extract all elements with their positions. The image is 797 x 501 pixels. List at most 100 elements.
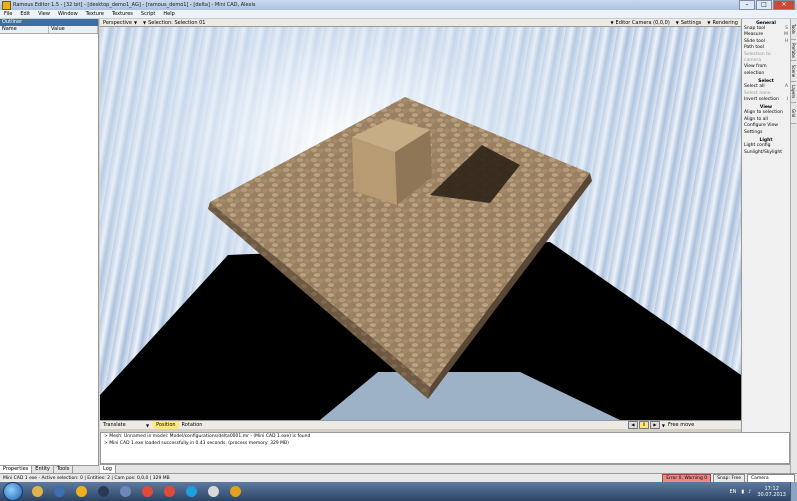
start-button[interactable]: [3, 482, 23, 501]
mode-dropdown[interactable]: Translate: [100, 421, 146, 429]
system-tray: EN ▮ ♪ 17:12 30.07.2013: [726, 482, 797, 501]
close-button[interactable]: ✕: [773, 0, 795, 10]
app-icon: [2, 0, 11, 10]
selection-dropdown[interactable]: ▼ Selection: Selection 01: [140, 20, 306, 26]
tab-log[interactable]: Log: [100, 465, 116, 473]
item-label: Configure View Settings: [744, 123, 778, 135]
chrome-icon: [141, 486, 153, 497]
menu-help[interactable]: Help: [159, 11, 178, 17]
view-from-selection-item[interactable]: View from selection: [742, 64, 790, 77]
item-label: Sunlight/Skylight: [744, 149, 782, 155]
side-tab-scene[interactable]: Scene: [791, 61, 796, 82]
item-shortcut: I: [786, 97, 788, 103]
menu-window[interactable]: Window: [54, 11, 82, 17]
menu-script[interactable]: Script: [137, 11, 160, 17]
view-mode-dropdown[interactable]: Perspective ▼: [100, 20, 140, 26]
item-label: Selection to camera: [744, 51, 771, 64]
clock[interactable]: 17:12 30.07.2013: [753, 486, 790, 498]
chevron-down-icon: ▼: [143, 20, 147, 25]
taskbar-app-steam[interactable]: [93, 484, 113, 500]
scene-render: [100, 97, 741, 420]
left-panel-tabs: Properties Entity Tools: [0, 465, 99, 473]
menu-texture[interactable]: Texture: [82, 11, 108, 17]
view-mode-label: Perspective: [103, 19, 132, 26]
next-frame-button[interactable]: ▶: [649, 421, 660, 429]
taskbar-app-media[interactable]: [49, 484, 69, 500]
window-controls: – □ ✕: [739, 0, 795, 10]
skype-icon: [185, 486, 197, 497]
taskbar-app-gear[interactable]: [225, 484, 245, 500]
camera-label: Editor Camera (0,0,0): [615, 19, 670, 26]
rendering-label: Rendering: [712, 19, 738, 26]
console-output[interactable]: > Mesh: Unnamed in model: Model/configur…: [100, 432, 790, 464]
show-desktop-button[interactable]: [790, 482, 797, 501]
section-general-title: General: [756, 21, 776, 26]
column-value[interactable]: Value: [49, 26, 98, 33]
window-title: Ramous Editor 1.5 - [32 bit] - [desktop_…: [13, 2, 256, 8]
console-line: > Mesh: Unnamed in model: Model/configur…: [104, 434, 311, 439]
selection-to-camera-item: Selection to camera: [742, 52, 790, 65]
status-bar: Mini CAD 1 exe - Active selection: 0 | E…: [0, 473, 797, 483]
side-tabs: Tools Prefabs Scene Layers Grid: [790, 19, 797, 473]
tools-panel: General Snap tool S Measure M Slide tool H …: [741, 19, 790, 473]
network-icon[interactable]: ▮: [739, 489, 746, 495]
configure-view-item[interactable]: Configure View Settings: [742, 123, 790, 136]
taskbar-apps: [26, 484, 246, 500]
minimize-button[interactable]: –: [739, 0, 755, 10]
steam-icon: [97, 486, 109, 497]
side-tab-prefabs[interactable]: Prefabs: [791, 40, 796, 61]
maximize-button[interactable]: □: [756, 0, 772, 10]
side-tab-grid[interactable]: Grid: [791, 103, 796, 124]
tab-tools[interactable]: Tools: [54, 466, 74, 473]
3d-viewport[interactable]: [100, 27, 741, 420]
snap-position-button[interactable]: Position: [153, 421, 179, 429]
language-indicator[interactable]: EN: [726, 489, 739, 495]
taskbar-app-vm[interactable]: [115, 484, 135, 500]
taskbar-app-skype[interactable]: [181, 484, 201, 500]
taskbar-app-explorer[interactable]: [27, 484, 47, 500]
snap-rotation-button[interactable]: Rotation: [179, 421, 206, 429]
foobar-icon: [207, 486, 219, 497]
viewport-bottom-bar: Translate ▼ Position Rotation ◀ 0 ▶ ▼ Fr…: [100, 420, 741, 429]
column-name[interactable]: Name: [0, 26, 49, 33]
menu-file[interactable]: File: [0, 11, 16, 17]
menu-textures[interactable]: Textures: [108, 11, 137, 17]
rendering-dropdown[interactable]: ▼ Rendering: [704, 20, 741, 26]
menu-edit[interactable]: Edit: [16, 11, 34, 17]
camera-dropdown[interactable]: ▼ Editor Camera (0,0,0): [607, 20, 672, 26]
chevron-down-icon: ▼: [610, 20, 614, 25]
chrome2-icon: [163, 486, 175, 497]
chevron-down-icon: ▼: [146, 422, 150, 428]
taskbar-app-chrome2[interactable]: [159, 484, 179, 500]
gear-icon: [229, 486, 241, 497]
outliner-panel: Outliner Name Value: [0, 19, 99, 473]
media-icon: [53, 486, 65, 497]
archlinux-icon: [75, 486, 87, 497]
side-tab-tools[interactable]: Tools: [791, 19, 796, 40]
move-mode-dropdown[interactable]: Free move: [665, 421, 741, 429]
console-line: > Mini CAD 1.exe loaded successfully in …: [104, 441, 289, 446]
status-text: Mini CAD 1 exe - Active selection: 0 | E…: [3, 475, 170, 481]
volume-icon[interactable]: ♪: [746, 489, 753, 495]
sunlight-skylight-item[interactable]: Sunlight/Skylight: [742, 150, 790, 156]
taskbar: EN ▮ ♪ 17:12 30.07.2013: [0, 482, 797, 501]
item-shortcut: A: [784, 84, 788, 90]
taskbar-app-chrome[interactable]: [137, 484, 157, 500]
chevron-down-icon: ▼: [707, 20, 711, 25]
menu-view[interactable]: View: [34, 11, 54, 17]
clock-date: 30.07.2013: [757, 491, 786, 498]
frame-field[interactable]: 0: [638, 421, 649, 429]
settings-label: Settings: [680, 19, 702, 26]
taskbar-app-archlinux[interactable]: [71, 484, 91, 500]
selection-label: Selection: Selection 01: [148, 19, 206, 26]
settings-dropdown[interactable]: ▼ Settings: [673, 20, 705, 26]
explorer-icon: [31, 486, 43, 497]
side-tab-layers[interactable]: Layers: [791, 82, 796, 103]
outliner-header: Name Value: [0, 26, 98, 34]
taskbar-app-foobar[interactable]: [203, 484, 223, 500]
tab-properties[interactable]: Properties: [0, 466, 33, 473]
outliner-caption: Outliner: [0, 19, 98, 26]
viewport-toolbar: Perspective ▼ ▼ Selection: Selection 01 …: [100, 19, 741, 27]
prev-frame-button[interactable]: ◀: [627, 421, 638, 429]
tab-entity[interactable]: Entity: [32, 466, 54, 473]
